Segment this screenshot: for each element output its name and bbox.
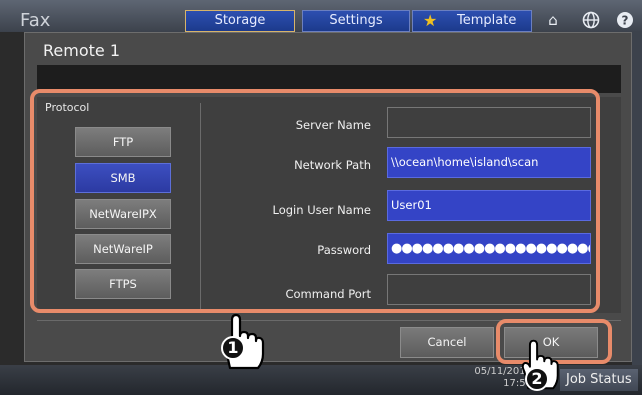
cancel-button[interactable]: Cancel [400,327,494,358]
app-title: Fax [20,10,51,31]
tab-settings[interactable]: Settings [302,10,410,32]
settings-highlight [30,89,600,313]
tab-template[interactable]: ★ Template [412,10,532,32]
step-1-badge: 1 [221,336,245,360]
dialog-title: Remote 1 [43,41,120,60]
step-2-badge: 2 [525,367,549,391]
job-status-button[interactable]: Job Status [560,369,638,391]
home-icon[interactable]: ⌂ [538,8,568,32]
help-icon[interactable]: ? [610,8,640,32]
svg-text:?: ? [622,14,629,28]
tab-storage[interactable]: Storage [185,10,295,32]
right-edge [632,32,642,365]
globe-icon[interactable] [576,8,606,32]
star-icon: ★ [423,11,438,30]
tab-template-label: Template [457,13,517,28]
